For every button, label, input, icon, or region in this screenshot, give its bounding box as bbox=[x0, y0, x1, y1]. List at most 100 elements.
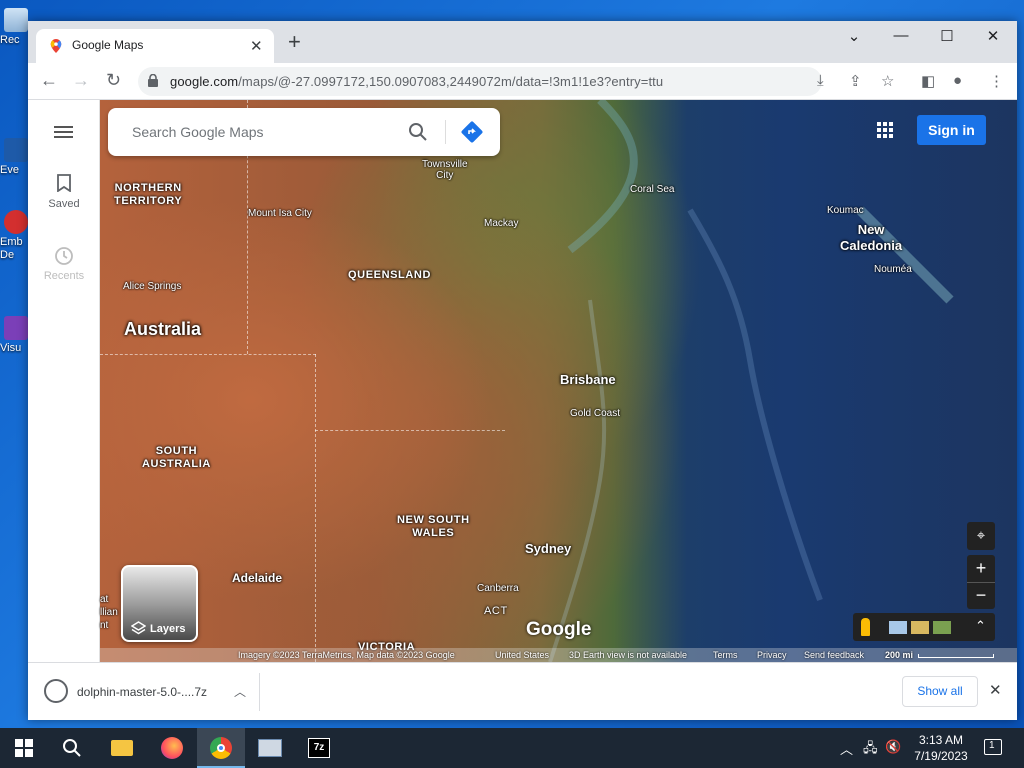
map-type-thumb[interactable] bbox=[889, 621, 907, 634]
maps-search-box[interactable]: Search Google Maps bbox=[108, 108, 500, 156]
search-icon[interactable] bbox=[408, 122, 428, 142]
sidebar-item-saved[interactable]: Saved bbox=[28, 174, 100, 210]
show-hidden-icons-chevron-icon[interactable]: ︿ bbox=[840, 739, 853, 758]
embarcadero-icon bbox=[4, 210, 28, 234]
send-feedback-link[interactable]: Send feedback bbox=[804, 650, 864, 660]
satellite-map[interactable]: Australia NORTHERN TERRITORY QUEENSLAND … bbox=[100, 100, 1017, 662]
bookmark-star-icon[interactable]: ☆ bbox=[881, 72, 894, 90]
archive-file-icon bbox=[44, 679, 68, 703]
country-selector[interactable]: United States bbox=[495, 650, 549, 660]
chevron-up-icon[interactable]: ︿ bbox=[234, 683, 246, 700]
zoom-out-button[interactable]: − bbox=[967, 582, 995, 609]
network-icon[interactable]: 🖧 bbox=[863, 739, 878, 761]
search-divider bbox=[445, 120, 446, 144]
taskbar-chrome[interactable] bbox=[197, 728, 245, 768]
border-nt-sa bbox=[100, 354, 316, 355]
tab-search-icon[interactable]: ⌄ bbox=[831, 27, 877, 45]
layers-button[interactable]: Layers bbox=[121, 565, 198, 642]
firefox-icon bbox=[161, 737, 183, 759]
address-bar[interactable]: google.com/maps/@-27.0997172,150.0907083… bbox=[138, 67, 822, 96]
show-all-button[interactable]: Show all bbox=[902, 676, 978, 707]
back-arrow-icon[interactable]: ← bbox=[40, 71, 58, 89]
satellite-thumb[interactable] bbox=[933, 621, 951, 634]
hamburger-menu-icon[interactable] bbox=[54, 126, 73, 138]
system-clock[interactable]: 3:13 AM 7/19/2023 bbox=[905, 732, 977, 764]
sign-in-button[interactable]: Sign in bbox=[917, 115, 986, 145]
place-label: Mount Isa City bbox=[248, 208, 312, 219]
start-button[interactable] bbox=[0, 728, 48, 768]
place-label: Nouméa bbox=[874, 264, 912, 275]
pegman-icon[interactable] bbox=[861, 618, 870, 636]
terms-link[interactable]: Terms bbox=[713, 650, 738, 660]
sidebar-item-label: Saved bbox=[48, 198, 80, 210]
share-icon[interactable]: ⇪ bbox=[849, 72, 862, 90]
google-logo: Google bbox=[526, 619, 592, 640]
downloads-bar: dolphin-master-5.0-....7z ︿ Show all ✕ bbox=[28, 662, 1017, 720]
place-label: Canberra bbox=[477, 583, 519, 594]
browser-toolbar: ← → ↻ google.com/maps/@-27.0997172,150.0… bbox=[28, 63, 1017, 100]
taskbar-7zip[interactable]: 7z bbox=[295, 728, 343, 768]
chrome-icon-center bbox=[217, 744, 225, 752]
directions-icon[interactable] bbox=[460, 120, 484, 144]
url-path: /maps/@-27.0997172,150.0907083,2449072m/… bbox=[238, 74, 664, 89]
new-tab-button[interactable]: + bbox=[288, 31, 301, 53]
country-label: Australia bbox=[124, 319, 202, 339]
desktop-icon-label: Emb De bbox=[0, 236, 23, 261]
notification-center-button[interactable]: 1 bbox=[982, 737, 1004, 759]
more-menu-icon[interactable]: ⋮ bbox=[989, 72, 1004, 90]
desktop-icon-recycle-bin[interactable]: Rec bbox=[0, 8, 28, 46]
search-icon bbox=[63, 739, 81, 757]
side-panel-icon[interactable]: ◧ bbox=[921, 72, 935, 90]
sidebar-item-recents[interactable]: Recents bbox=[28, 246, 100, 282]
reload-icon[interactable]: ↻ bbox=[106, 71, 121, 89]
terrain-thumb[interactable] bbox=[911, 621, 929, 634]
url-host: google.com bbox=[170, 74, 239, 89]
earth-view-notice: 3D Earth view is not available bbox=[569, 650, 688, 660]
zoom-in-button[interactable]: + bbox=[967, 555, 995, 582]
region-label: QUEENSLAND bbox=[348, 269, 432, 281]
my-location-button[interactable]: ⌖ bbox=[967, 522, 995, 550]
taskbar-app[interactable] bbox=[246, 728, 294, 768]
desktop-icon-embarcadero[interactable]: Emb De bbox=[0, 210, 28, 262]
recycle-bin-icon bbox=[4, 8, 28, 32]
forward-arrow-icon[interactable]: → bbox=[72, 71, 90, 89]
close-window-button[interactable]: ✕ bbox=[970, 27, 1016, 45]
google-maps-favicon-icon bbox=[50, 39, 62, 53]
7zip-icon: 7z bbox=[308, 738, 330, 758]
download-item[interactable]: dolphin-master-5.0-....7z ︿ bbox=[36, 673, 260, 711]
close-downloads-icon[interactable]: ✕ bbox=[989, 681, 1002, 699]
expand-up-icon[interactable]: ⌃ bbox=[975, 618, 986, 634]
privacy-link[interactable]: Privacy bbox=[757, 650, 787, 660]
google-apps-icon[interactable] bbox=[877, 122, 893, 138]
place-label: Gold Coast bbox=[570, 408, 621, 419]
map-bottom-controls: ⌃ bbox=[853, 613, 995, 641]
imagery-attribution: Imagery ©2023 TerraMetrics, Map data ©20… bbox=[238, 650, 455, 660]
taskbar-search-button[interactable] bbox=[48, 728, 96, 768]
layers-icon bbox=[131, 621, 146, 635]
city-label: Adelaide bbox=[232, 571, 283, 585]
profile-avatar-icon[interactable]: ● bbox=[953, 72, 962, 89]
place-label-cut: nt bbox=[100, 620, 109, 631]
taskbar-firefox[interactable] bbox=[148, 728, 196, 768]
city-label: Sydney bbox=[525, 541, 572, 556]
region-label: SOUTH AUSTRALIA bbox=[142, 445, 211, 470]
city-label: Brisbane bbox=[560, 372, 616, 387]
volume-muted-icon[interactable]: 🔇 bbox=[885, 739, 901, 755]
desktop-icon-eve[interactable]: Eve bbox=[0, 138, 28, 176]
tab-google-maps[interactable]: Google Maps ✕ bbox=[36, 29, 274, 63]
desktop-icon-visual-studio[interactable]: Visu bbox=[0, 316, 28, 354]
maps-view: Saved Recents Australia NORTHERN TERRITO… bbox=[28, 100, 1017, 662]
border-sa-nsw bbox=[315, 354, 316, 662]
shortcut-icon bbox=[4, 138, 28, 162]
search-input[interactable]: Search Google Maps bbox=[132, 124, 264, 140]
lock-icon bbox=[148, 74, 158, 87]
notification-count: 1 bbox=[989, 740, 995, 751]
taskbar-file-explorer[interactable] bbox=[98, 728, 146, 768]
tab-close-icon[interactable]: ✕ bbox=[250, 37, 263, 55]
scale-label[interactable]: 200 mi bbox=[885, 650, 913, 660]
minimize-button[interactable]: — bbox=[878, 27, 924, 44]
desktop-icon-label: Eve bbox=[0, 164, 19, 176]
app-window-icon bbox=[258, 739, 282, 757]
maximize-button[interactable]: ☐ bbox=[924, 27, 970, 45]
install-app-icon[interactable]: ⤓ bbox=[817, 72, 824, 89]
